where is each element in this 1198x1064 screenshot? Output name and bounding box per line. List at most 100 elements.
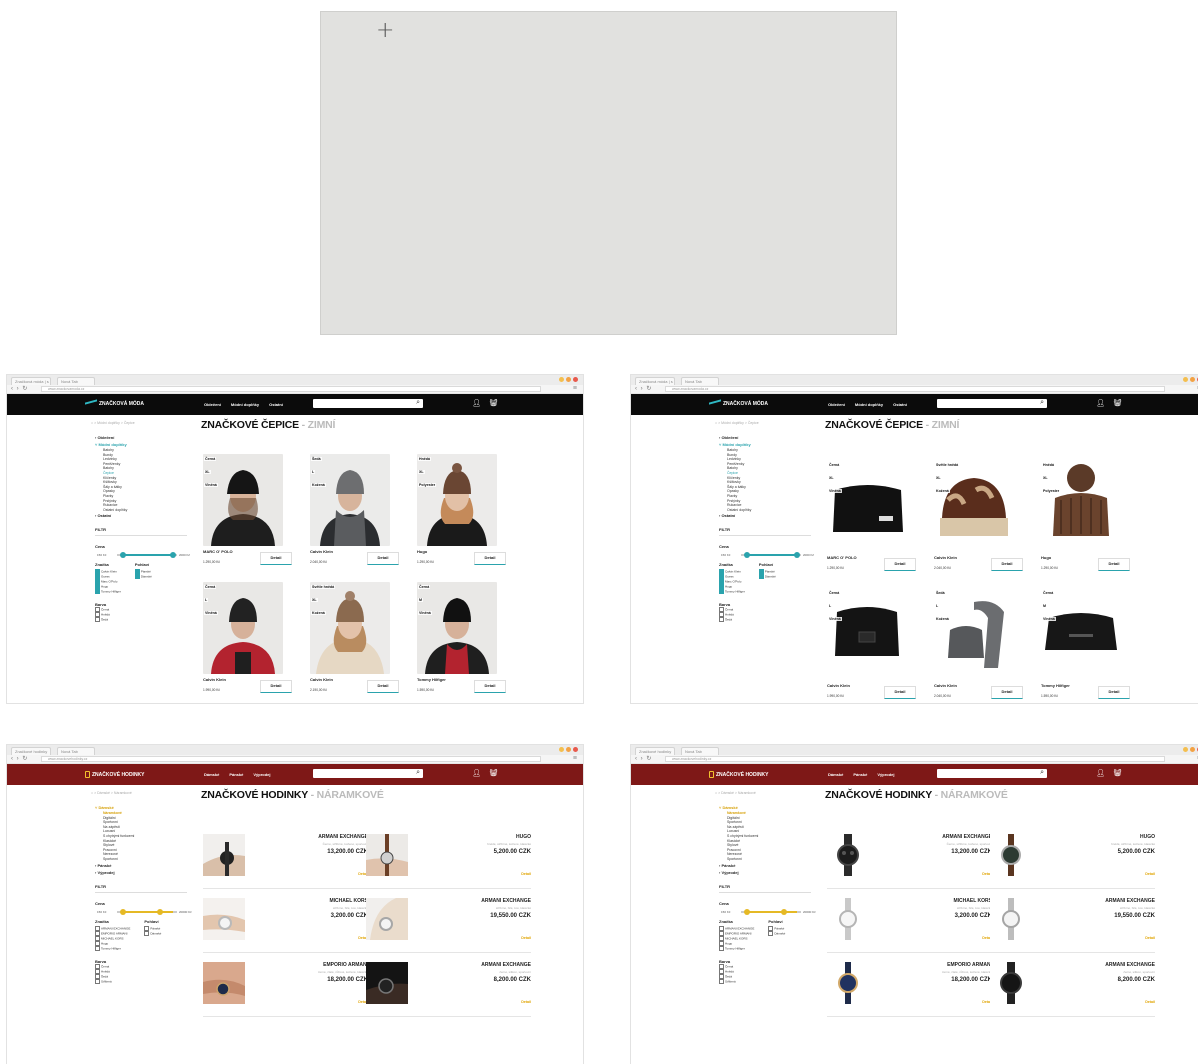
maximize-dot[interactable]	[1190, 747, 1195, 752]
product-photo[interactable]	[310, 582, 390, 674]
checkbox[interactable]: Tommy Hilfiger	[95, 589, 121, 594]
checkbox[interactable]: EMPORIO ARMANI	[719, 931, 754, 936]
browser-tab[interactable]: Nová Tab	[681, 377, 719, 385]
detail-button[interactable]: Detail	[367, 552, 399, 565]
browser-tab[interactable]: Značkové hodinky	[11, 747, 51, 755]
maximize-dot[interactable]	[566, 747, 571, 752]
slider-handle[interactable]	[120, 552, 126, 559]
product-photo[interactable]	[310, 454, 390, 546]
detail-link[interactable]: Detail	[521, 1000, 531, 1004]
product-photo[interactable]	[827, 460, 907, 552]
nav-item[interactable]: Výprodej	[253, 772, 270, 777]
product-photo[interactable]	[203, 898, 245, 940]
basket-icon[interactable]: 🧺︎	[1113, 399, 1122, 407]
slider-handle[interactable]	[120, 908, 126, 915]
detail-button[interactable]: Detail	[474, 680, 506, 693]
search-input[interactable]: ⌕	[313, 399, 423, 408]
nav-item[interactable]: Pánské	[229, 772, 243, 777]
sidebar-category[interactable]: › Oblečení	[95, 434, 187, 441]
minimize-dot[interactable]	[559, 377, 564, 382]
checkbox[interactable]: Dámské	[135, 574, 152, 579]
checkbox[interactable]: Tommy Hilfiger	[95, 946, 130, 951]
price-slider[interactable]: 150 Kč 2000 Kč	[95, 551, 190, 559]
search-icon[interactable]: ⌕	[416, 769, 420, 777]
user-icon[interactable]: 👤︎	[1096, 769, 1105, 777]
product-card[interactable]: Černá M Vlněná Tommy Hilfiger 1.590,00 K…	[1041, 588, 1145, 703]
slider-handle[interactable]	[157, 908, 163, 915]
url-field[interactable]: www.znackovamoda.cz	[665, 386, 1165, 392]
product-photo[interactable]	[203, 962, 245, 1004]
detail-button[interactable]: Detail	[884, 686, 916, 699]
product-photo[interactable]	[366, 834, 408, 876]
nav-item[interactable]: Oblečení	[828, 402, 845, 407]
product-card[interactable]: ARMANI EXCHANGE Černé, stříbrné, kožené,…	[827, 831, 992, 889]
url-field[interactable]: www.znackovamoda.cz	[41, 386, 541, 392]
sidebar-category[interactable]: ˅ Dámské	[95, 804, 187, 811]
checkbox[interactable]: Stříbrná	[95, 979, 187, 984]
product-card[interactable]: ARMANI EXCHANGE černé, silikon, sportovn…	[990, 959, 1155, 1017]
product-card[interactable]: MICHAEL KORS stříbrné, bílé, kov, klasic…	[203, 895, 368, 953]
nav-item[interactable]: Oblečení	[204, 402, 221, 407]
sidebar-category[interactable]: › Oblečení	[719, 434, 811, 441]
maximize-dot[interactable]	[1190, 377, 1195, 382]
browser-tab[interactable]: Nová Tab	[681, 747, 719, 755]
basket-icon[interactable]: 🧺︎	[1113, 769, 1122, 777]
search-icon[interactable]: ⌕	[1040, 399, 1044, 407]
search-input[interactable]: ⌕	[313, 769, 423, 778]
back-forward-icon[interactable]: ‹ › ↻	[11, 756, 28, 763]
nav-item[interactable]: Výprodej	[877, 772, 894, 777]
sidebar-category[interactable]: › Ostatní	[719, 512, 811, 519]
nav-item[interactable]: Módní doplňky	[231, 402, 259, 407]
slider-handle[interactable]	[744, 908, 750, 915]
product-card[interactable]: EMPORIO ARMANI černé, zlaté, růžové, kož…	[827, 959, 992, 1017]
back-forward-icon[interactable]: ‹ › ↻	[11, 386, 28, 393]
detail-button[interactable]: Detail	[884, 558, 916, 571]
slider-handle[interactable]	[781, 908, 787, 915]
product-photo[interactable]	[990, 898, 1032, 940]
checkbox[interactable]: EMPORIO ARMANI	[95, 931, 130, 936]
product-photo[interactable]	[827, 834, 869, 876]
search-icon[interactable]: ⌕	[416, 399, 420, 407]
detail-button[interactable]: Detail	[991, 686, 1023, 699]
sidebar-category[interactable]: ˅ Módní doplňky	[719, 441, 811, 448]
product-photo[interactable]	[990, 962, 1032, 1004]
sidebar-category[interactable]: › Pánské	[719, 862, 811, 869]
product-card[interactable]: Černá L Vlněná Calvin Klein 1.990,00 Kč …	[827, 588, 931, 703]
slider-handle[interactable]	[170, 552, 176, 559]
back-forward-icon[interactable]: ‹ › ↻	[635, 386, 652, 393]
breadcrumb[interactable]: ⌂ > Dámské > Náramkové	[715, 791, 756, 795]
product-card[interactable]: Černá XL Vlněná MARC O' POLO 1.290,00 Kč…	[827, 460, 931, 576]
product-card[interactable]: Šedá L Kožená Calvin Klein 2.040,00 Kč D…	[310, 454, 414, 570]
checkbox[interactable]: ARMANI EXCHANGE	[95, 926, 130, 931]
product-card[interactable]: Hnědá XL Polyester Hugo 1.290,00 Kč Deta…	[1041, 460, 1145, 576]
slider-handle[interactable]	[744, 552, 750, 559]
search-icon[interactable]: ⌕	[1040, 769, 1044, 777]
detail-link[interactable]: Detail	[1145, 1000, 1155, 1004]
sidebar-category[interactable]: ˅ Módní doplňky	[95, 441, 187, 448]
browser-tab[interactable]: Nová Tab	[57, 747, 95, 755]
slider-handle[interactable]	[794, 552, 800, 559]
detail-link[interactable]: Detail	[1145, 936, 1155, 940]
checkbox[interactable]: Dámské	[759, 574, 776, 579]
checkbox[interactable]: Dámské	[768, 931, 785, 936]
product-card[interactable]: Šedá L Kožená Calvin Klein 2.040,00 Kč D…	[934, 588, 1038, 703]
back-forward-icon[interactable]: ‹ › ↻	[635, 756, 652, 763]
detail-button[interactable]: Detail	[1098, 686, 1130, 699]
user-icon[interactable]: 👤︎	[472, 399, 481, 407]
breadcrumb[interactable]: ⌂ > Dámské > Náramkové	[91, 791, 132, 795]
detail-link[interactable]: Detail	[1145, 872, 1155, 876]
product-card[interactable]: ARMANI EXCHANGE černé, silikon, sportovn…	[366, 959, 531, 1017]
product-photo[interactable]	[1041, 460, 1121, 552]
detail-button[interactable]: Detail	[1098, 558, 1130, 571]
url-field[interactable]: www.znackovehodinky.cz	[41, 756, 541, 762]
url-field[interactable]: www.znackovehodinky.cz	[665, 756, 1165, 762]
detail-button[interactable]: Detail	[474, 552, 506, 565]
product-card[interactable]: Světle hnědá XL Kožená Calvin Klein 2.04…	[934, 460, 1038, 576]
product-card[interactable]: ARMANI EXCHANGE Černé, stříbrné, kožené,…	[203, 831, 368, 889]
sidebar-category[interactable]: › Výprodej	[719, 869, 811, 876]
product-card[interactable]: Černá XL Vlněná MARC O' POLO 1.290,00 Kč…	[203, 454, 307, 570]
detail-button[interactable]: Detail	[260, 552, 292, 565]
product-photo[interactable]	[203, 834, 245, 876]
minimize-dot[interactable]	[559, 747, 564, 752]
sidebar-category[interactable]: › Výprodej	[95, 869, 187, 876]
